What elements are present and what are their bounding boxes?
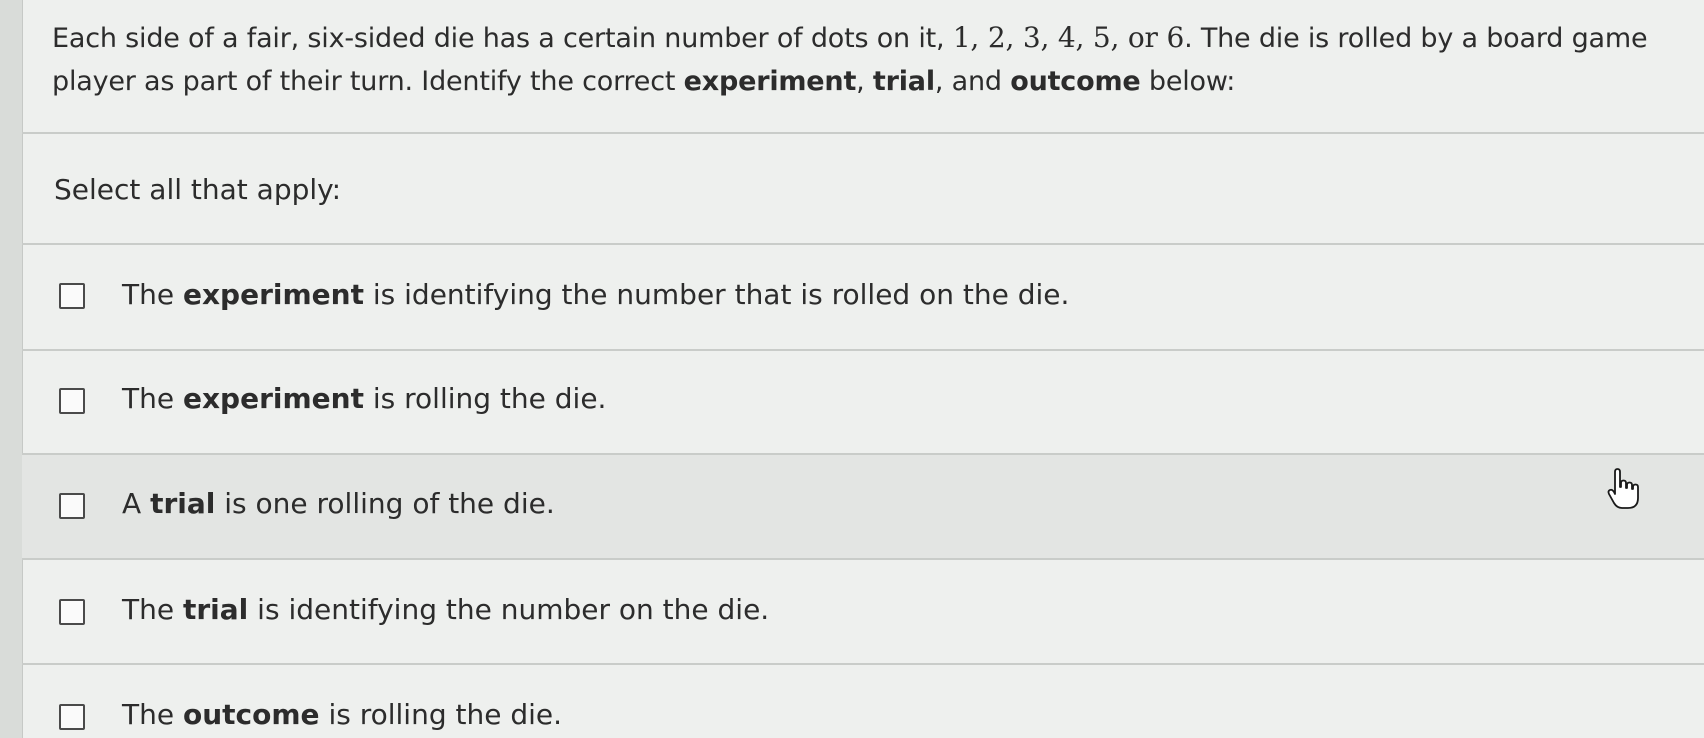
- hand-pointer-icon: [1607, 468, 1639, 509]
- checkbox-option-5[interactable]: [59, 704, 85, 730]
- question-text-part: Each side of a fair, six-sided die has a…: [52, 23, 953, 54]
- option-5-label: The outcome is rolling the die.: [122, 695, 562, 735]
- option-keyword: experiment: [182, 382, 364, 415]
- option-1[interactable]: The experiment is identifying the number…: [22, 245, 1704, 348]
- checkbox-option-3[interactable]: [59, 493, 85, 519]
- select-prompt: Select all that apply:: [54, 173, 342, 206]
- keyword-trial: trial: [872, 66, 935, 97]
- option-1-label: The experiment is identifying the number…: [122, 275, 1069, 315]
- option-text: A: [122, 487, 151, 520]
- option-text: is identifying the number on the die.: [248, 593, 770, 626]
- option-text: is rolling the die.: [319, 698, 563, 731]
- option-4-label: The trial is identifying the number on t…: [122, 590, 769, 630]
- math-values: 1, 2, 3, 4, 5,: [952, 21, 1120, 54]
- option-keyword: experiment: [182, 278, 364, 311]
- divider: [22, 132, 1704, 134]
- option-2[interactable]: The experiment is rolling the die.: [22, 351, 1704, 454]
- question-text-part: below:: [1140, 66, 1236, 97]
- checkbox-option-4[interactable]: [59, 599, 85, 625]
- option-4[interactable]: The trial is identifying the number on t…: [22, 560, 1704, 663]
- question-text-part: ,: [856, 66, 873, 97]
- option-5[interactable]: The outcome is rolling the die.: [22, 665, 1704, 738]
- keyword-experiment: experiment: [683, 66, 857, 97]
- option-text: The: [122, 278, 183, 311]
- checkbox-option-2[interactable]: [59, 388, 85, 414]
- option-text: The: [122, 382, 183, 415]
- option-text: is rolling the die.: [363, 382, 607, 415]
- checkbox-option-1[interactable]: [59, 283, 85, 309]
- question-text-part: , and: [934, 66, 1011, 97]
- keyword-outcome: outcome: [1010, 66, 1141, 97]
- option-3-label: A trial is one rolling of the die.: [122, 484, 555, 524]
- option-text: The: [122, 698, 183, 731]
- option-keyword: trial: [182, 593, 249, 626]
- option-keyword: outcome: [182, 698, 320, 731]
- option-keyword: trial: [150, 487, 216, 520]
- option-text: The: [122, 593, 183, 626]
- math-or: or: [1119, 21, 1167, 54]
- option-text: is one rolling of the die.: [215, 487, 555, 520]
- question-text: Each side of a fair, six-sided die has a…: [52, 16, 1672, 103]
- option-text: is identifying the number that is rolled…: [363, 278, 1070, 311]
- math-last: 6: [1166, 21, 1185, 54]
- option-2-label: The experiment is rolling the die.: [122, 379, 606, 419]
- option-3[interactable]: A trial is one rolling of the die.: [22, 455, 1704, 558]
